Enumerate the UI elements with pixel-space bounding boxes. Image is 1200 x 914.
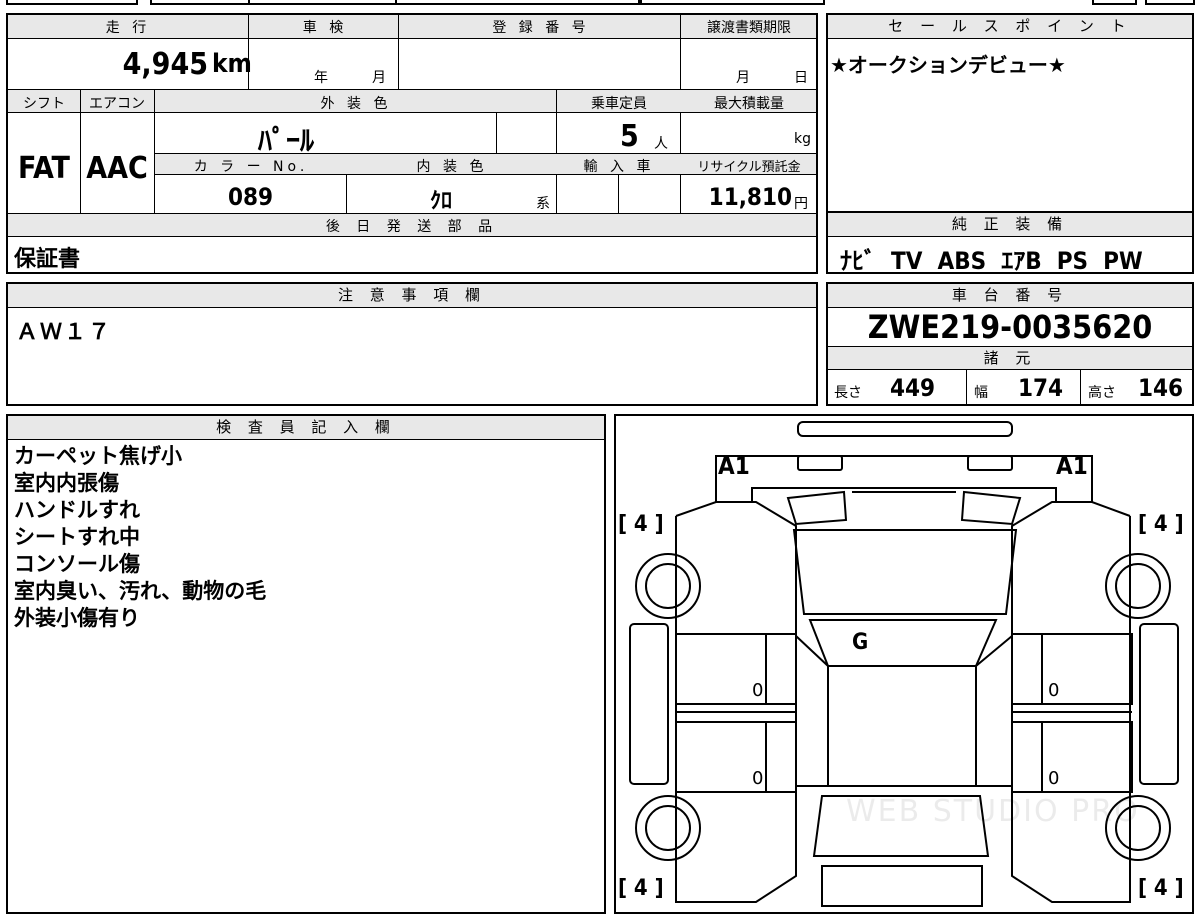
chassis-number: ZWE219-0035620 (867, 308, 1153, 346)
transfer-month: 月 (736, 70, 750, 86)
max-load-unit: kg (794, 131, 811, 147)
capacity-unit: 人 (654, 136, 668, 152)
inspector-line: シートすれ中 (14, 525, 140, 549)
color-no-label: カ ラ ー No. (193, 159, 309, 175)
registration-label: 登 録 番 号 (492, 20, 590, 36)
tire-rr-mark: [ 4 ] (1138, 876, 1184, 901)
inspector-notes: カーペット焦げ小 室内内張傷 ハンドルすれ シートすれ中 コンソール傷 室内臭い… (14, 443, 266, 632)
recycle-unit: 円 (794, 196, 808, 212)
mileage-label: 走 行 (105, 20, 151, 36)
inspector-line: 外装小傷有り (14, 606, 140, 630)
ac-value: AAC (86, 151, 148, 186)
tire-fl-mark: [ 4 ] (618, 512, 664, 537)
specs-label: 諸 元 (828, 346, 1192, 370)
length-label: 長さ (834, 385, 862, 401)
width-label: 幅 (974, 385, 988, 401)
transfer-day: 日 (794, 70, 808, 86)
later-parts-label: 後 日 発 送 部 品 (325, 219, 499, 235)
ext-color-label: 外 装 色 (320, 96, 392, 112)
height-label: 高さ (1088, 385, 1116, 401)
door-fr-mark: 0 (1048, 680, 1060, 701)
recycle-fee: 11,810 (708, 183, 792, 211)
chassis-label: 車 台 番 号 (828, 284, 1192, 308)
int-color-suffix: 系 (536, 196, 550, 212)
chassis-box: 車 台 番 号 ZWE219-0035620 諸 元 長さ 449 幅 174 … (826, 282, 1194, 406)
shift-label: シフト (23, 96, 65, 112)
sales-point-text: ★オークションデビュー★ (830, 53, 1066, 77)
notes-text: ＡＷ１７ (16, 320, 113, 345)
windshield-mark: G (852, 630, 869, 655)
inspector-label: 検 査 員 記 入 欄 (8, 416, 604, 440)
int-color-label: 内 装 色 (416, 159, 488, 175)
shaken-month: 月 (372, 70, 386, 86)
inspector-line: 室内臭い、汚れ、動物の毛 (14, 579, 267, 603)
shift-value: FAT (18, 151, 70, 186)
shaken-year: 年 (314, 70, 328, 86)
car-diagram (629, 421, 1179, 907)
equipment-label: 純 正 装 備 (828, 213, 1192, 237)
ac-label: エアコン (89, 96, 145, 112)
door-rl-mark: 0 (752, 768, 764, 789)
equipment-box: 純 正 装 備 ﾅﾋﾞ TV ABS ｴｱB PS PW (826, 211, 1194, 275)
sales-point-box: セ ー ル ス ポ イ ン ト ★オークションデビュー★ (826, 13, 1194, 213)
a1-left-mark: A1 (718, 452, 750, 480)
mileage-value: 4,945 (122, 47, 208, 82)
color-no-value: 089 (228, 183, 274, 211)
car-diagram-box: A1 A1 [ 4 ] [ 4 ] [ 4 ] [ 4 ] G 0 0 0 0 … (614, 414, 1194, 914)
door-fl-mark: 0 (752, 680, 764, 701)
capacity-label: 乗車定員 (591, 96, 647, 112)
watermark: WEB STUDIO PRO (846, 794, 1140, 829)
import-label: 輸 入 車 (583, 159, 655, 175)
inspector-line: コンソール傷 (14, 552, 140, 576)
sales-point-label: セ ー ル ス ポ イ ン ト (828, 15, 1192, 39)
door-rr-mark: 0 (1048, 768, 1060, 789)
later-parts-value: 保証書 (14, 247, 81, 272)
recycle-label: リサイクル預託金 (697, 160, 801, 175)
tire-rl-mark: [ 4 ] (618, 876, 664, 901)
top-strip (0, 0, 1200, 5)
notes-label: 注 意 事 項 欄 (8, 284, 816, 308)
inspector-line: 室内内張傷 (14, 471, 119, 495)
max-load-label: 最大積載量 (714, 96, 784, 112)
length-value: 449 (890, 374, 936, 402)
inspector-box: 検 査 員 記 入 欄 カーペット焦げ小 室内内張傷 ハンドルすれ シートすれ中… (6, 414, 606, 914)
height-value: 146 (1138, 374, 1184, 402)
inspector-line: カーペット焦げ小 (14, 444, 182, 468)
mileage-unit: km (212, 49, 252, 79)
a1-right-mark: A1 (1056, 452, 1088, 480)
int-color-value: ｸﾛ (430, 189, 453, 214)
capacity-value: 5 (620, 119, 639, 154)
inspector-line: ハンドルすれ (14, 498, 140, 522)
shaken-label: 車 検 (302, 20, 348, 36)
vehicle-info-box: 走 行 車 検 登 録 番 号 譲渡書類期限 4,945 km 年 月 月 日 … (6, 13, 818, 274)
width-value: 174 (1018, 374, 1064, 402)
notes-box: 注 意 事 項 欄 ＡＷ１７ (6, 282, 818, 406)
transfer-deadline-label: 譲渡書類期限 (707, 20, 791, 36)
tire-fr-mark: [ 4 ] (1138, 512, 1184, 537)
equipment-text: ﾅﾋﾞ TV ABS ｴｱB PS PW (840, 247, 1143, 275)
